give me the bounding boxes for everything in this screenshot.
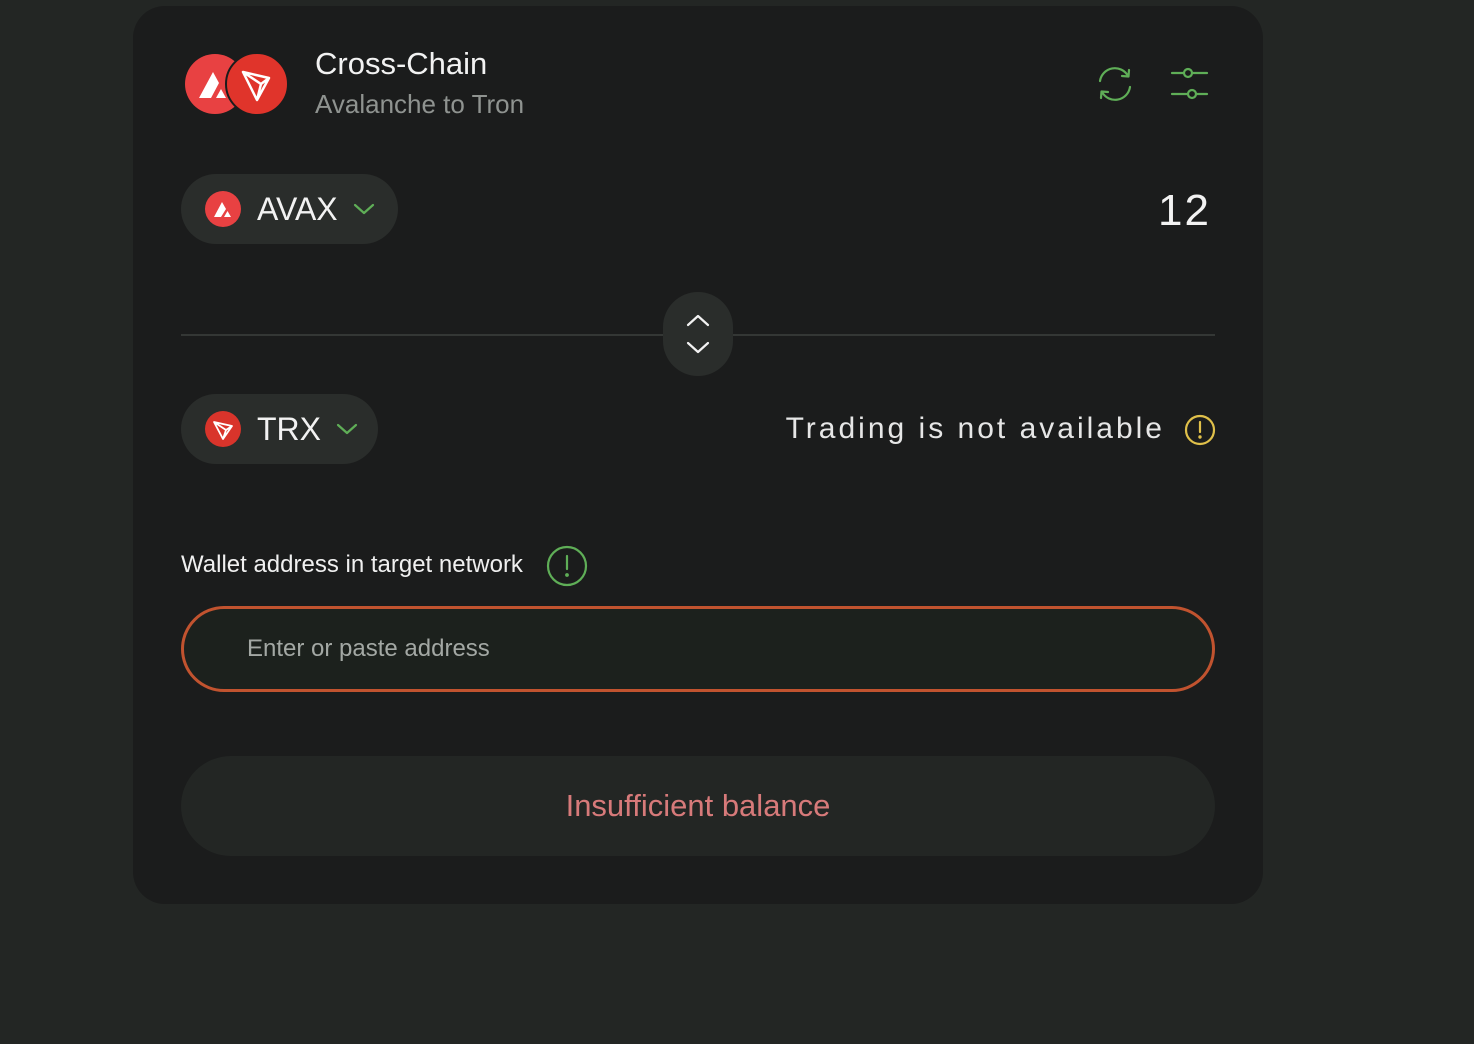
page-title: Cross-Chain — [315, 46, 488, 81]
chevron-down-icon — [335, 421, 359, 442]
submit-button[interactable]: Insufficient balance — [181, 756, 1215, 856]
chevron-up-icon — [686, 314, 710, 327]
trading-status-text: Trading is not available — [785, 412, 1165, 445]
from-amount[interactable]: 12 — [1158, 186, 1211, 236]
wallet-address-label: Wallet address in target network — [181, 551, 523, 578]
chevron-down-icon — [686, 341, 710, 354]
to-token-symbol: TRX — [257, 410, 321, 447]
pair-logos — [185, 52, 289, 116]
from-token-symbol: AVAX — [257, 190, 338, 227]
chevron-down-icon — [352, 201, 376, 222]
avalanche-logo-icon — [205, 191, 241, 227]
settings-sliders-icon[interactable] — [1167, 62, 1211, 106]
wallet-address-input[interactable] — [181, 606, 1215, 692]
to-token-selector[interactable]: TRX — [181, 394, 378, 464]
warning-icon[interactable] — [1183, 413, 1217, 452]
tron-logo-icon — [205, 411, 241, 447]
from-token-selector[interactable]: AVAX — [181, 174, 398, 244]
swap-card: Cross-Chain Avalanche to Tron AVAX 12 TR… — [133, 6, 1263, 904]
info-icon[interactable] — [545, 544, 589, 593]
tron-logo-icon — [225, 52, 289, 116]
refresh-icon[interactable] — [1093, 62, 1137, 106]
route-subtitle: Avalanche to Tron — [315, 89, 525, 119]
swap-direction-button[interactable] — [663, 292, 733, 376]
